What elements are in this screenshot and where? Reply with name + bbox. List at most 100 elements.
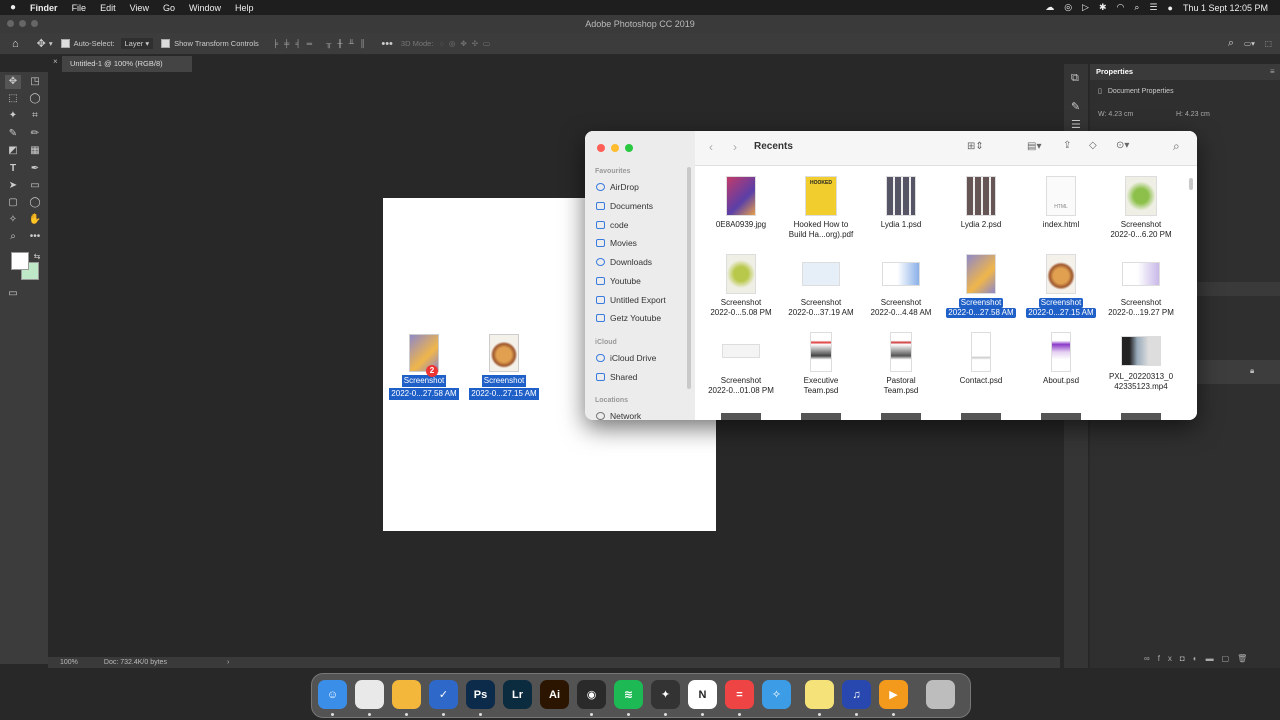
foreground-color-swatch[interactable] [11, 252, 29, 270]
zoom-level[interactable]: 100% [60, 659, 78, 666]
canvas-drag-item[interactable]: Screenshot 2022-0...27.15 AM [466, 334, 542, 400]
align-icons[interactable]: ╞╪╡═ ╥╫╨║ [273, 39, 372, 48]
spotify-icon[interactable]: ≋ [614, 680, 643, 709]
file-item[interactable]: About.psd [1021, 332, 1101, 386]
layers-footer-icons[interactable]: ∞fx◘◐▬▢🗑︎ [1144, 654, 1255, 663]
history-icon[interactable]: ⧉ [1071, 72, 1079, 85]
more-options-icon[interactable]: ••• [381, 38, 393, 50]
file-item[interactable]: Pastoral Team.psd [861, 332, 941, 396]
menu-window[interactable]: Window [182, 3, 228, 13]
document-tab[interactable]: Untitled-1 @ 100% (RGB/8) [62, 56, 192, 72]
davinci-icon[interactable]: ◉ [577, 680, 606, 709]
file-item[interactable]: HTML index.html [1021, 176, 1101, 230]
notion-icon[interactable]: N [688, 680, 717, 709]
menu-go[interactable]: Go [156, 3, 182, 13]
group-icon[interactable]: ▤▾ [1027, 141, 1041, 152]
file-item[interactable]: 0E8A0939.jpg [701, 176, 781, 230]
auto-select-dropdown[interactable]: Layer ▾ [120, 38, 154, 49]
width-value[interactable]: W: 4.23 cm [1098, 111, 1133, 118]
move-tool-icon[interactable]: ✥ [5, 75, 21, 89]
magic-wand-icon[interactable]: ✦ [5, 109, 21, 123]
home-icon[interactable]: ⌂ [12, 38, 19, 50]
file-item-selected[interactable]: Screenshot 2022-0...27.15 AM [1021, 250, 1101, 318]
menu-file[interactable]: File [65, 3, 94, 13]
todoist-icon[interactable]: = [725, 680, 754, 709]
chevron-right-icon[interactable]: › [227, 659, 229, 666]
pen-tool-icon[interactable]: ✒ [27, 162, 43, 176]
finder-window[interactable]: Favourites AirDrop Documents code Movies… [585, 131, 1197, 420]
path-select-icon[interactable]: ➤ [5, 179, 21, 193]
menu-edit[interactable]: Edit [93, 3, 123, 13]
quick-mask-icon[interactable]: ▭ [5, 287, 21, 301]
lasso-tool-icon[interactable]: ◯ [27, 92, 43, 106]
trash-icon[interactable] [926, 680, 955, 709]
search-icon[interactable]: ⌕ [1134, 2, 1139, 13]
audio-icon[interactable]: ♫ [842, 680, 871, 709]
eraser-icon[interactable]: ◩ [5, 144, 21, 158]
chevron-down-icon[interactable]: ▾ [49, 39, 53, 48]
minimize-window-icon[interactable] [19, 20, 26, 27]
close-window-icon[interactable] [7, 20, 14, 27]
sidebar-item-untitled-export[interactable]: Untitled Export [596, 295, 666, 305]
sidebar-item-airdrop[interactable]: AirDrop [596, 182, 639, 192]
workspace-icon[interactable]: ▭▾ [1244, 39, 1255, 48]
files-scrollbar[interactable] [1189, 178, 1193, 190]
illustrator-icon[interactable]: Ai [540, 680, 569, 709]
file-item[interactable]: Screenshot 2022-0...01.08 PM [701, 332, 781, 396]
artboard-tool-icon[interactable]: ◳ [27, 75, 43, 89]
file-item-selected[interactable]: Screenshot 2022-0...27.58 AM [941, 250, 1021, 318]
close-doc-icon[interactable]: × [53, 57, 58, 66]
hand-tool-icon[interactable]: ✋ [27, 213, 43, 227]
final-cut-icon[interactable]: ✦ [651, 680, 680, 709]
siri-icon[interactable]: ● [1168, 3, 1173, 13]
control-center-icon[interactable]: ☰ [1149, 2, 1157, 13]
more-icon[interactable]: ⊙▾ [1116, 140, 1129, 151]
search-icon[interactable]: ⌕ [1173, 139, 1180, 154]
sidebar-item-movies[interactable]: Movies [596, 238, 637, 248]
sidebar-scrollbar[interactable] [687, 167, 691, 389]
menu-view[interactable]: View [123, 3, 156, 13]
finder-close-icon[interactable] [597, 144, 605, 152]
finder-zoom-icon[interactable] [625, 144, 633, 152]
file-item[interactable]: Lydia 1.psd [861, 176, 941, 230]
file-item[interactable]: Screenshot 2022-0...6.20 PM [1101, 176, 1181, 240]
sidebar-item-youtube[interactable]: Youtube [596, 276, 641, 286]
canvas-drag-item[interactable]: Screenshot 2022-0...27.58 AM 2 [386, 334, 462, 400]
sidebar-item-shared[interactable]: Shared [596, 372, 637, 382]
apple-icon[interactable]: ● [0, 2, 23, 13]
notes-icon[interactable] [805, 680, 834, 709]
gradient-icon[interactable]: ▦ [27, 144, 43, 158]
adjustments-icon[interactable]: ☰ [1071, 118, 1081, 131]
rectangle-tool-icon[interactable]: ▭ [27, 179, 43, 193]
file-item[interactable]: Screenshot 2022-0...37.19 AM [781, 254, 861, 318]
auto-select-checkbox[interactable] [60, 39, 74, 49]
menu-help[interactable]: Help [228, 3, 261, 13]
sidebar-item-documents[interactable]: Documents [596, 201, 653, 211]
file-item[interactable]: Screenshot 2022-0...5.08 PM [701, 254, 781, 318]
safari-icon[interactable]: ✧ [762, 680, 791, 709]
share-icon[interactable]: ⬚ [1265, 39, 1272, 48]
search-icon[interactable]: ⌕ [1228, 37, 1234, 50]
panel-menu-icon[interactable]: ≡ [1270, 67, 1275, 76]
zoom-tool-icon[interactable]: ⌕ [5, 230, 21, 244]
crop-tool-icon[interactable]: ⌗ [27, 109, 43, 123]
photoshop-icon[interactable]: Ps [466, 680, 495, 709]
cloud-icon[interactable]: ☁ [1045, 2, 1054, 13]
shape-tool-icon[interactable]: ▢ [5, 196, 21, 210]
sidebar-item-network[interactable]: Network [596, 411, 641, 420]
sidebar-item-code[interactable]: code [596, 220, 628, 230]
file-item[interactable]: Lydia 2.psd [941, 176, 1021, 230]
tag-icon[interactable]: ◇ [1089, 140, 1097, 151]
notes-circle-icon[interactable] [392, 680, 421, 709]
todo-icon[interactable]: ✓ [429, 680, 458, 709]
file-item[interactable]: HOOKED Hooked How to Build Ha...org).pdf [781, 176, 861, 240]
sidebar-item-getz-youtube[interactable]: Getz Youtube [596, 313, 661, 323]
swap-colors-icon[interactable]: ⇆ [29, 250, 45, 264]
sidebar-item-downloads[interactable]: Downloads [596, 257, 652, 267]
height-value[interactable]: H: 4.23 cm [1176, 111, 1210, 118]
file-item[interactable]: Executive Team.psd [781, 332, 861, 396]
show-transform-checkbox[interactable] [161, 39, 174, 49]
brush-settings-icon[interactable]: ✎ [1071, 100, 1080, 113]
menu-app-name[interactable]: Finder [23, 3, 65, 13]
finder-minimize-icon[interactable] [611, 144, 619, 152]
